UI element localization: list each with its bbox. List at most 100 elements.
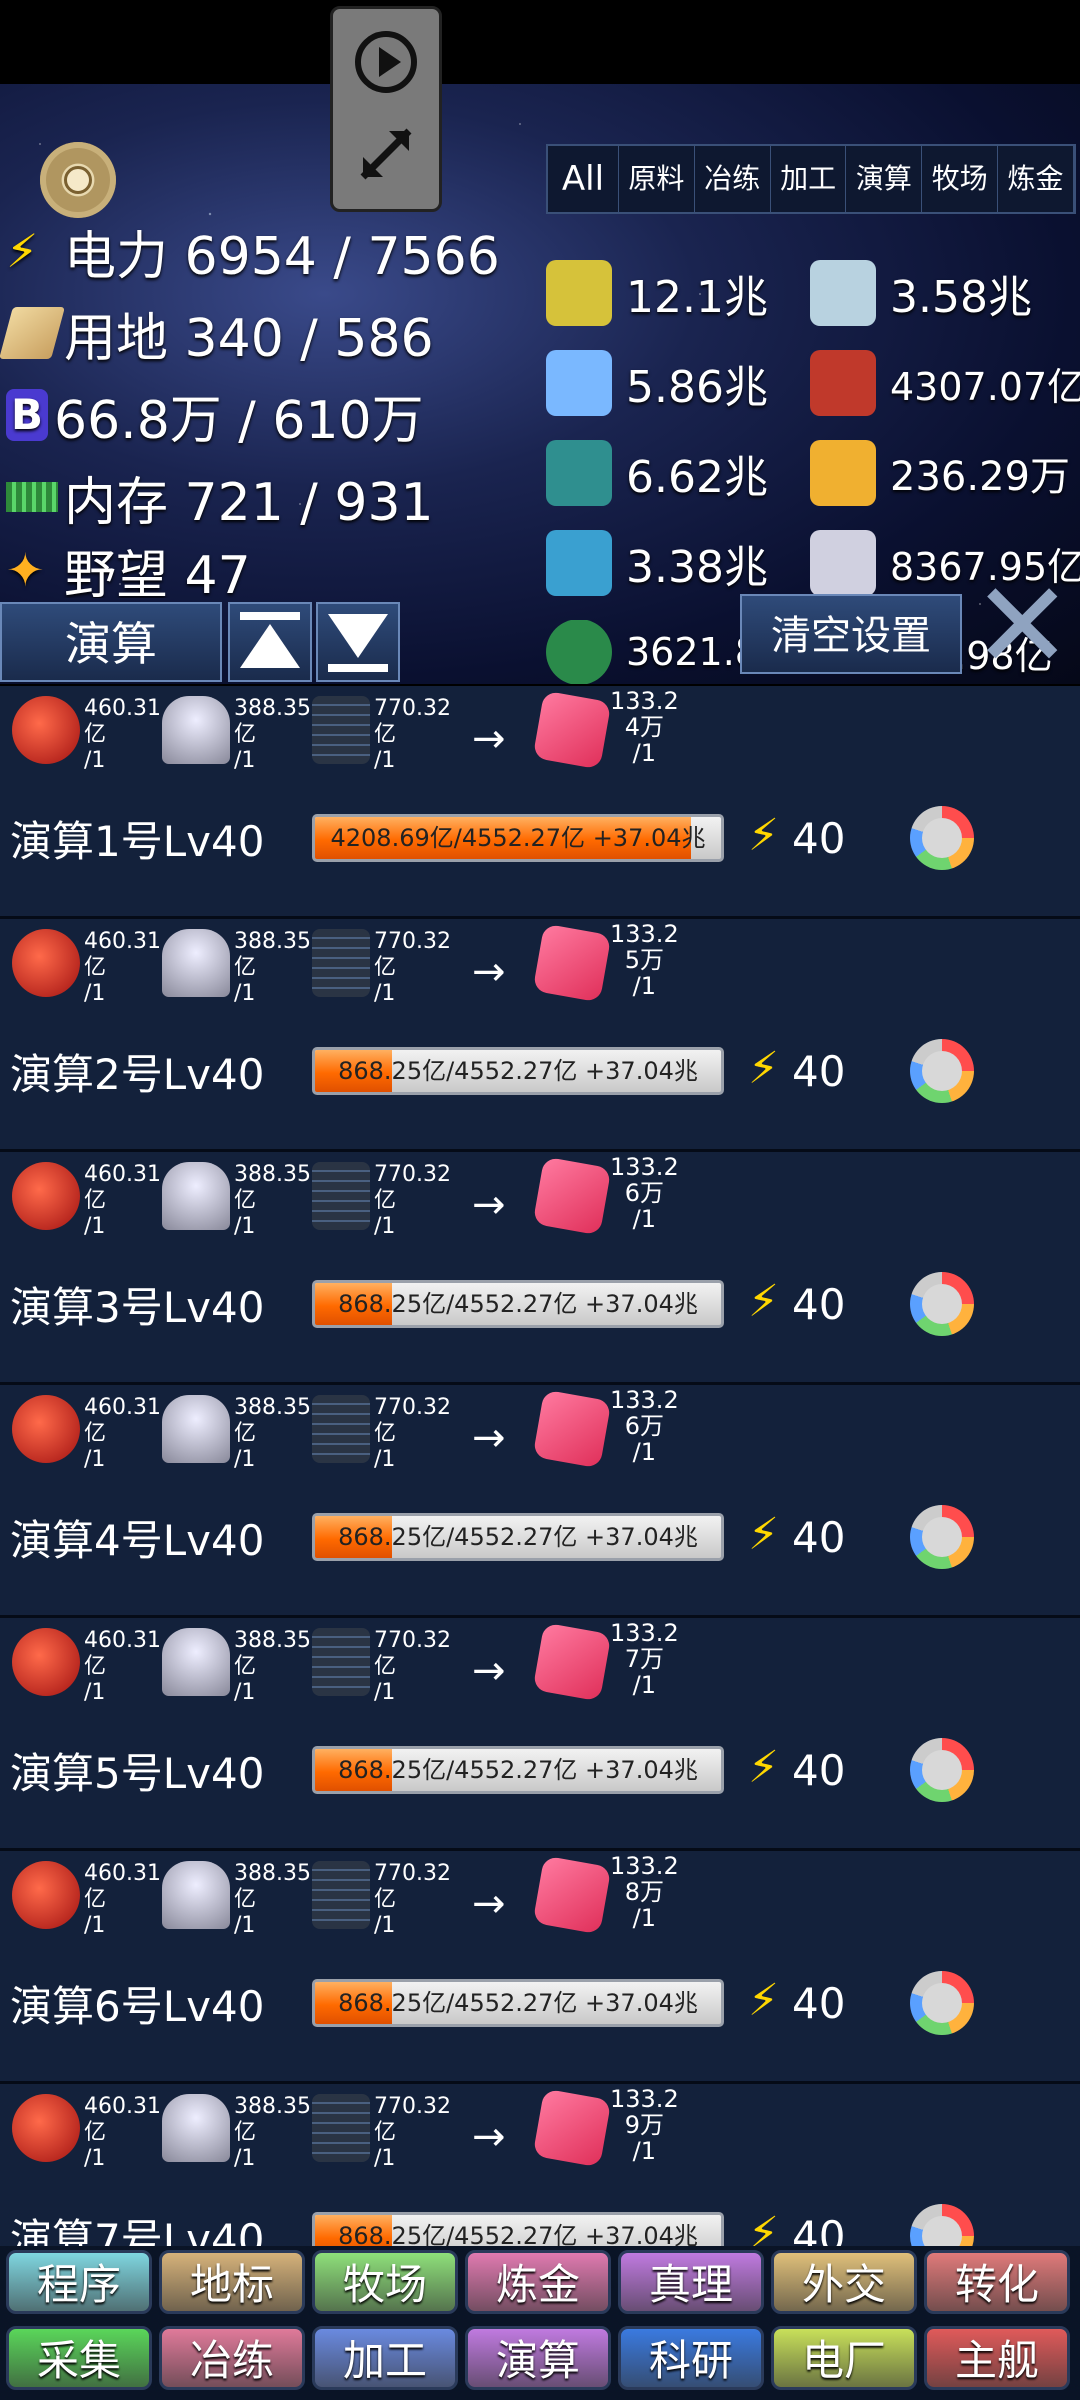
filter-tab-ranch[interactable]: 牧场: [922, 146, 999, 212]
nav-tab-bottom_tabs_row1-4[interactable]: 真理: [618, 2250, 764, 2314]
robot-head-icon: [162, 1861, 230, 1929]
nav-tab-bottom_tabs_row1-2[interactable]: 牧场: [312, 2250, 458, 2314]
close-icon[interactable]: ✕: [972, 567, 1073, 685]
nav-tab-bottom_tabs_row2-3[interactable]: 演算: [465, 2326, 611, 2390]
filter-tab-alchemy[interactable]: 炼金: [998, 146, 1074, 212]
robot-head-icon: [162, 1395, 230, 1463]
ingredient-quantity: 133.2 7万/1: [610, 1619, 679, 1699]
ingredient-quantity: 460.31 亿/1: [84, 929, 161, 1006]
recipe-ingredient: 460.31 亿/1: [12, 1628, 161, 1706]
recipe-ingredient: 460.31 亿/1: [12, 929, 161, 1007]
speed-dial-icon[interactable]: [910, 2204, 974, 2246]
lightning-icon: ⚡: [748, 1509, 779, 1560]
compute-building-card[interactable]: 460.31 亿/1 388.35 亿/1 770.32 亿/1 → 133.2 6万/1 演算3…: [0, 1152, 1080, 1388]
server-rack-icon: [312, 929, 370, 997]
clear-settings-button[interactable]: 清空设置: [740, 594, 962, 674]
settings-gear-icon[interactable]: [40, 142, 116, 218]
resource-filter-tabs: All 原料 冶练 加工 演算 牧场 炼金: [546, 144, 1076, 214]
recipe-ingredient: 388.35 亿/1: [162, 1395, 311, 1473]
ingredient-quantity: 133.2 8万/1: [610, 1852, 679, 1932]
compute-building-card[interactable]: 460.31 亿/1 388.35 亿/1 770.32 亿/1 → 133.2 7万/1 演算5…: [0, 1618, 1080, 1854]
building-name: 演算3号Lv40: [10, 1283, 265, 1332]
ingredient-quantity: 133.2 4万/1: [610, 687, 679, 767]
ingredient-quantity: 460.31 亿/1: [84, 1628, 161, 1705]
nav-tab-bottom_tabs_row2-6[interactable]: 主舰: [924, 2326, 1070, 2390]
progress-bar: 868.25亿/4552.27亿 +37.04兆: [312, 1746, 724, 1794]
arrow-right-icon: →: [472, 1648, 506, 1694]
compute-building-card[interactable]: 460.31 亿/1 388.35 亿/1 770.32 亿/1 → 133.2 8万/1 演算6…: [0, 1851, 1080, 2087]
building-name: 演算2号Lv40: [10, 1050, 265, 1099]
land-value: 用地 340 / 586: [64, 308, 434, 369]
nav-tab-bottom_tabs_row2-2[interactable]: 加工: [312, 2326, 458, 2390]
nav-tab-bottom_tabs_row2-0[interactable]: 采集: [6, 2326, 152, 2390]
speed-dial-icon[interactable]: [910, 806, 974, 870]
nav-tab-bottom_tabs_row1-0[interactable]: 程序: [6, 2250, 152, 2314]
progress-bar: 868.25亿/4552.27亿 +37.04兆: [312, 1513, 724, 1561]
filter-tab-compute[interactable]: 演算: [846, 146, 923, 212]
arrow-right-icon: →: [472, 1415, 506, 1461]
power-usage: 40: [792, 2212, 846, 2246]
scroll-top-button[interactable]: [228, 602, 312, 682]
ingredient-quantity: 388.35 亿/1: [234, 1395, 311, 1472]
filter-tab-process[interactable]: 加工: [771, 146, 847, 212]
speed-dial-icon[interactable]: [910, 1272, 974, 1336]
ingredient-quantity: 460.31 亿/1: [84, 1395, 161, 1472]
ruby-orb-icon: [12, 696, 80, 764]
robot-head-icon: [162, 1628, 230, 1696]
filter-tab-smelt[interactable]: 冶练: [695, 146, 771, 212]
star-icon: ✦: [6, 543, 45, 597]
nav-tab-bottom_tabs_row1-6[interactable]: 转化: [924, 2250, 1070, 2314]
recipe-ingredient: 460.31 亿/1: [12, 2094, 161, 2172]
progress-text: 868.25亿/4552.27亿 +37.04兆: [338, 2222, 698, 2246]
nav-tab-bottom_tabs_row1-3[interactable]: 炼金: [465, 2250, 611, 2314]
power-usage: 40: [792, 1979, 846, 2028]
play-icon[interactable]: [351, 27, 421, 97]
nav-tab-bottom_tabs_row2-5[interactable]: 电厂: [771, 2326, 917, 2390]
ingredient-quantity: 133.2 9万/1: [610, 2085, 679, 2165]
recipe-ingredient: 770.32 亿/1: [312, 1628, 451, 1706]
power-usage: 40: [792, 1047, 846, 1096]
recipe-output: 133.2 4万/1: [532, 688, 679, 770]
compute-building-card[interactable]: 460.31 亿/1 388.35 亿/1 770.32 亿/1 → 133.2 6万/1 演算4…: [0, 1385, 1080, 1621]
arrow-right-icon: →: [472, 1881, 506, 1927]
ingredient-quantity: 388.35 亿/1: [234, 929, 311, 1006]
resource-item: 5.86兆: [546, 350, 768, 416]
ingredient-quantity: 770.32 亿/1: [374, 1162, 451, 1239]
arrow-to-bottom-icon: [328, 614, 388, 672]
section-compute-button[interactable]: 演算: [0, 602, 222, 682]
lightning-icon: ⚡: [748, 1742, 779, 1793]
ruby-orb-icon: [12, 2094, 80, 2162]
ruby-orb-icon: [12, 1162, 80, 1230]
expand-icon[interactable]: [351, 119, 421, 189]
arrow-right-icon: →: [472, 2114, 506, 2160]
nav-tab-bottom_tabs_row2-4[interactable]: 科研: [618, 2326, 764, 2390]
map-scroll-icon: [0, 307, 65, 359]
header-panel: ⚡ 电力 6954 / 7566 用地 340 / 586 B 66.8万 / …: [0, 84, 1080, 684]
filter-tab-all[interactable]: All: [548, 146, 619, 212]
crystal-cube-icon: [532, 690, 612, 770]
filter-tab-raw[interactable]: 原料: [619, 146, 695, 212]
nav-tab-bottom_tabs_row2-1[interactable]: 冶练: [159, 2326, 305, 2390]
radar-icon: [546, 620, 612, 684]
speed-dial-icon[interactable]: [910, 1738, 974, 1802]
scroll-bottom-button[interactable]: [316, 602, 400, 682]
speed-dial-icon[interactable]: [910, 1039, 974, 1103]
power-stat: ⚡ 电力 6954 / 7566: [6, 216, 500, 287]
recipe-ingredient: 388.35 亿/1: [162, 2094, 311, 2172]
nav-tab-bottom_tabs_row1-1[interactable]: 地标: [159, 2250, 305, 2314]
recipe-ingredient: 388.35 亿/1: [162, 929, 311, 1007]
speed-dial-icon[interactable]: [910, 1505, 974, 1569]
building-name: 演算4号Lv40: [10, 1516, 265, 1565]
arrow-right-icon: →: [472, 716, 506, 762]
nav-tab-bottom_tabs_row1-5[interactable]: 外交: [771, 2250, 917, 2314]
lightning-icon: ⚡: [6, 224, 39, 278]
compute-building-card[interactable]: 460.31 亿/1 388.35 亿/1 770.32 亿/1 → 133.2 4万/1 演算1…: [0, 686, 1080, 922]
crystal-cube-icon: [532, 2088, 612, 2168]
b-coin-icon: B: [6, 389, 48, 441]
progress-bar: 4208.69亿/4552.27亿 +37.04兆: [312, 814, 724, 862]
building-name: 演算1号Lv40: [10, 817, 265, 866]
compute-building-card[interactable]: 460.31 亿/1 388.35 亿/1 770.32 亿/1 → 133.2 5万/1 演算2…: [0, 919, 1080, 1155]
money-value: 66.8万 / 610万: [54, 390, 424, 451]
speed-dial-icon[interactable]: [910, 1971, 974, 2035]
compute-building-card[interactable]: 460.31 亿/1 388.35 亿/1 770.32 亿/1 → 133.2 9万/1 演算7…: [0, 2084, 1080, 2246]
